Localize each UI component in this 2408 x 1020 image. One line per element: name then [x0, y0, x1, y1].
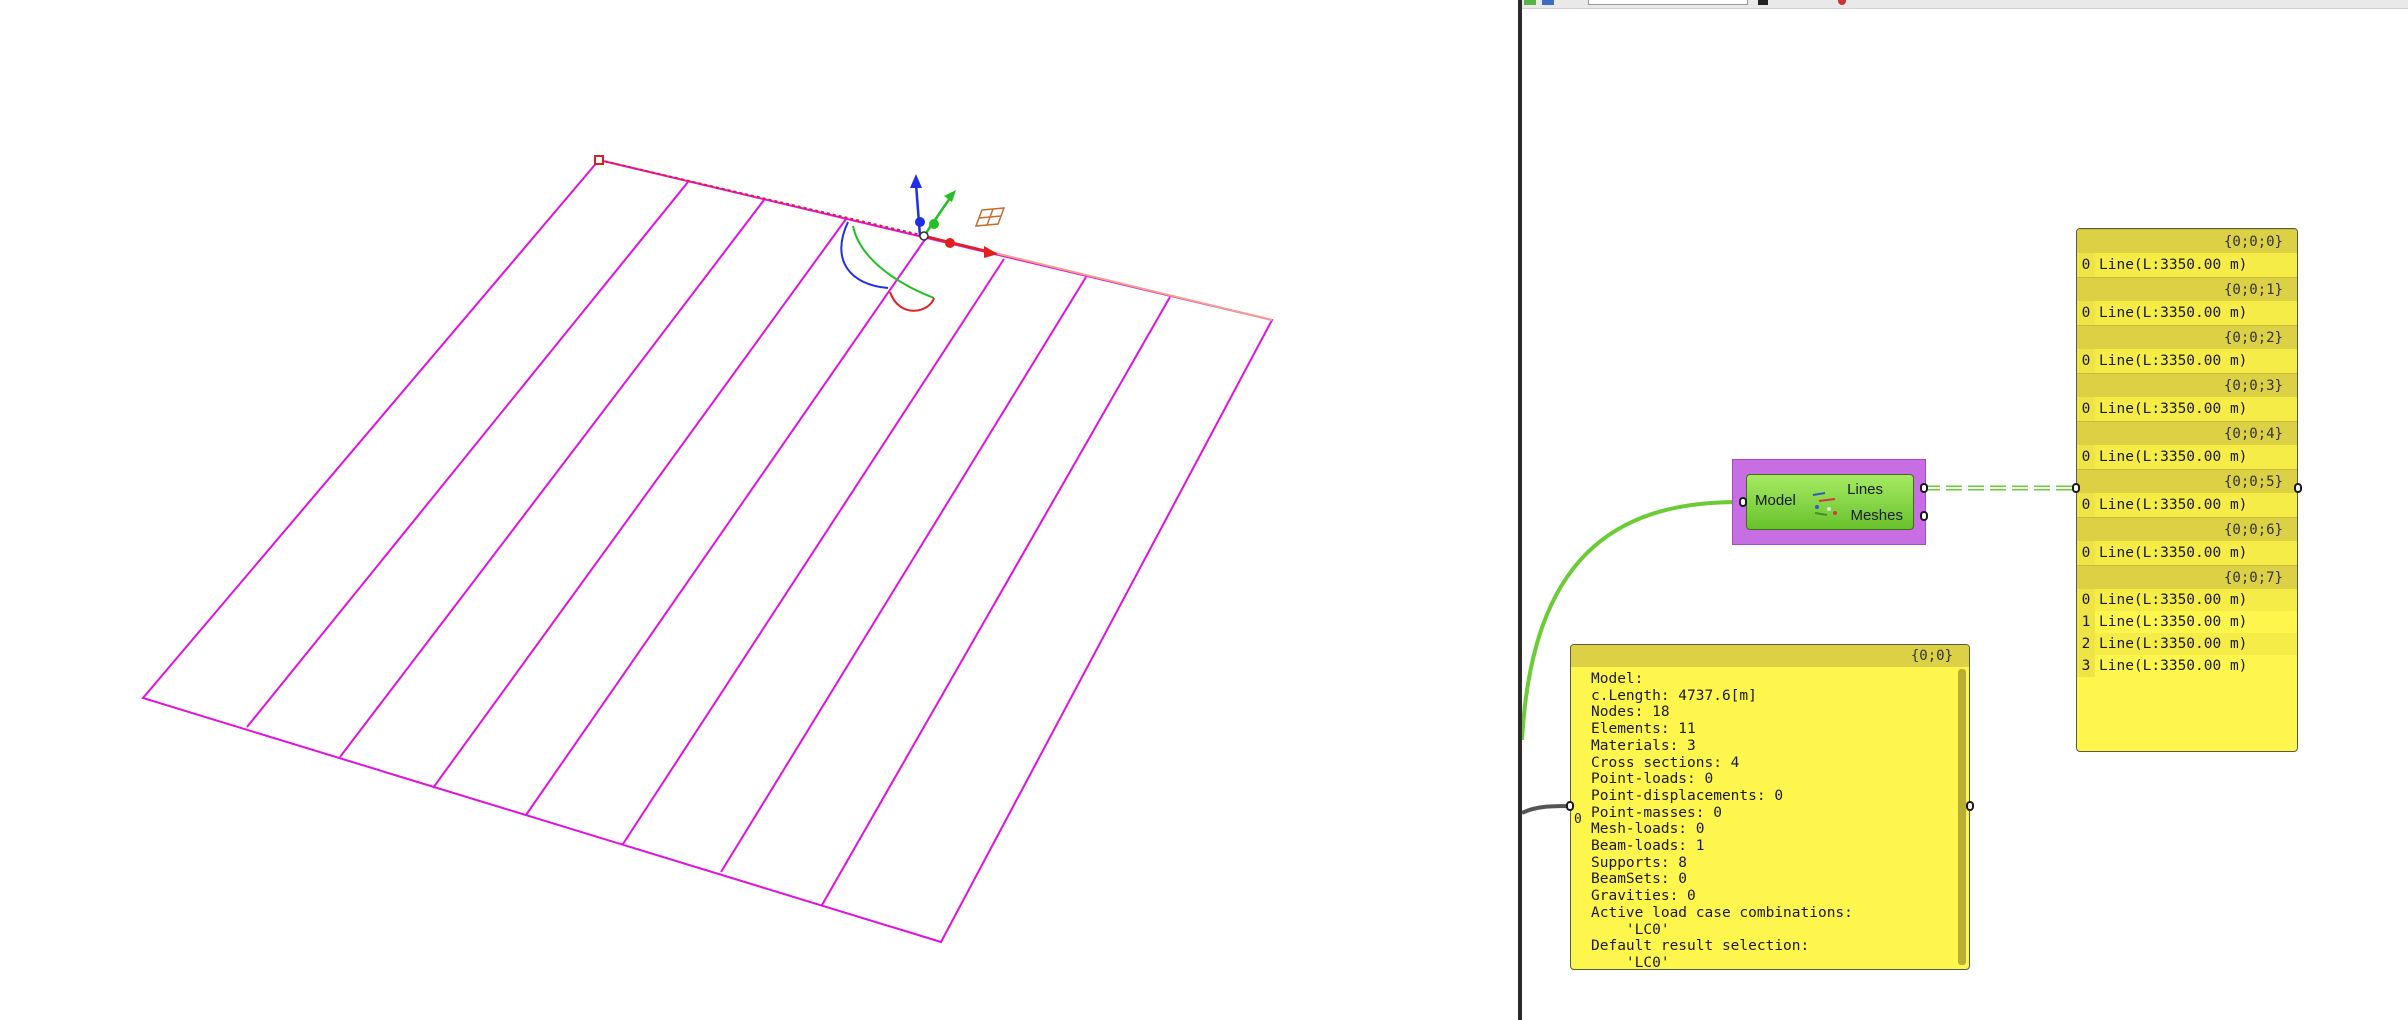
- panel-path-header: {0;0}: [1571, 645, 1969, 667]
- item-value: Line(L:3350.00 m): [2099, 353, 2248, 369]
- model-input-grip[interactable]: [1739, 497, 1747, 507]
- item-value: Line(L:3350.00 m): [2099, 305, 2248, 321]
- panel-scrollbar[interactable]: [1958, 669, 1966, 965]
- gumball-x-arrow-icon: [923, 234, 991, 254]
- branch-header: {0;0;1}: [2077, 277, 2297, 301]
- item-index: 3: [2077, 655, 2095, 677]
- lines-output-label[interactable]: Lines: [1847, 481, 1883, 498]
- gumball-x-arrow-icon: [984, 246, 998, 258]
- item-index: 0: [2077, 301, 2095, 325]
- item-value: Line(L:3350.00 m): [2099, 614, 2248, 630]
- lines-panel-output-grip[interactable]: [2294, 483, 2302, 493]
- slab-outline[interactable]: [141, 158, 1274, 944]
- item-index: 1: [2077, 611, 2095, 633]
- model-info-panel[interactable]: {0;0} Model: c.Length: 4737.6[m] Nodes: 18…: [1570, 644, 1970, 970]
- model-input-label[interactable]: Model: [1755, 492, 1796, 509]
- deconstruct-model-icon: [1812, 492, 1837, 516]
- beam-lines[interactable]: [246, 181, 1171, 906]
- item-index: 2: [2077, 633, 2095, 655]
- lines-panel-input-grip[interactable]: [2072, 483, 2080, 493]
- viewport-geometry: [141, 155, 1274, 944]
- branch-header: {0;0;5}: [2077, 469, 2297, 493]
- item-value: Line(L:3350.00 m): [2099, 636, 2248, 652]
- item-index: 0: [2077, 253, 2095, 277]
- grasshopper-canvas[interactable]: Model Lines Meshes {0;0} Model: c.Length:…: [1522, 0, 2408, 1020]
- gumball-x-scale-handle: [945, 238, 955, 248]
- meshes-output-grip[interactable]: [1920, 511, 1928, 521]
- item-value: Line(L:3350.00 m): [2099, 658, 2248, 674]
- branch-header: {0;0;2}: [2077, 325, 2297, 349]
- lines-output-panel[interactable]: {0;0;0} 0 Line(L:3350.00 m) {0;0;1} 0 Line…: [2076, 228, 2298, 752]
- beam-line: [622, 258, 1005, 845]
- beam-line: [246, 181, 689, 728]
- plane-grid-icon: [974, 207, 1006, 227]
- gumball-z-scale-handle: [915, 217, 925, 227]
- item-value: Line(L:3350.00 m): [2099, 449, 2248, 465]
- beam-line: [432, 218, 847, 789]
- panel-input-index: 0: [1574, 812, 1582, 827]
- component-body[interactable]: Model Lines Meshes: [1746, 474, 1914, 530]
- model-info-text: Model: c.Length: 4737.6[m] Nodes: 18 Elemen…: [1591, 671, 1853, 970]
- item-value: Line(L:3350.00 m): [2099, 257, 2248, 273]
- wire-panel-input[interactable]: [1522, 804, 1571, 815]
- control-point[interactable]: [594, 155, 604, 165]
- gumball-y-arrow-icon: [944, 190, 956, 202]
- item-value: Line(L:3350.00 m): [2099, 545, 2248, 561]
- item-value: Line(L:3350.00 m): [2099, 401, 2248, 417]
- item-index: 0: [2077, 445, 2095, 469]
- gumball-y-arrow-icon: [922, 197, 952, 237]
- item-index: 0: [2077, 541, 2095, 565]
- item-index: 0: [2077, 397, 2095, 421]
- branch-header: {0;0;7}: [2077, 565, 2297, 589]
- branch-header: {0;0;6}: [2077, 517, 2297, 541]
- lines-output-grip[interactable]: [1920, 483, 1928, 493]
- model-panel-input-grip[interactable]: [1566, 801, 1574, 811]
- model-panel-output-grip[interactable]: [1966, 801, 1974, 811]
- gumball-rotate-z-arc: [840, 221, 889, 289]
- branch-header: {0;0;3}: [2077, 373, 2297, 397]
- gumball-z-arrow-icon: [914, 183, 922, 237]
- branch-header: {0;0;4}: [2077, 421, 2297, 445]
- beam-line: [821, 296, 1171, 906]
- item-index: 0: [2077, 589, 2095, 611]
- item-value: Line(L:3350.00 m): [2099, 497, 2248, 513]
- beam-line: [339, 199, 765, 758]
- item-value: Line(L:3350.00 m): [2099, 592, 2248, 608]
- beam-line: [720, 276, 1087, 873]
- meshes-output-label[interactable]: Meshes: [1850, 507, 1903, 524]
- beam-line: [525, 237, 927, 816]
- deconstruct-model-component[interactable]: Model Lines Meshes: [1732, 459, 1926, 545]
- gumball-z-arrow-icon: [910, 174, 922, 188]
- item-index: 0: [2077, 349, 2095, 373]
- gumball-y-scale-handle: [929, 219, 939, 229]
- branch-header: {0;0;0}: [2077, 229, 2297, 253]
- item-index: 0: [2077, 493, 2095, 517]
- rhino-viewport[interactable]: [0, 0, 1518, 1020]
- gumball-center: [919, 231, 929, 241]
